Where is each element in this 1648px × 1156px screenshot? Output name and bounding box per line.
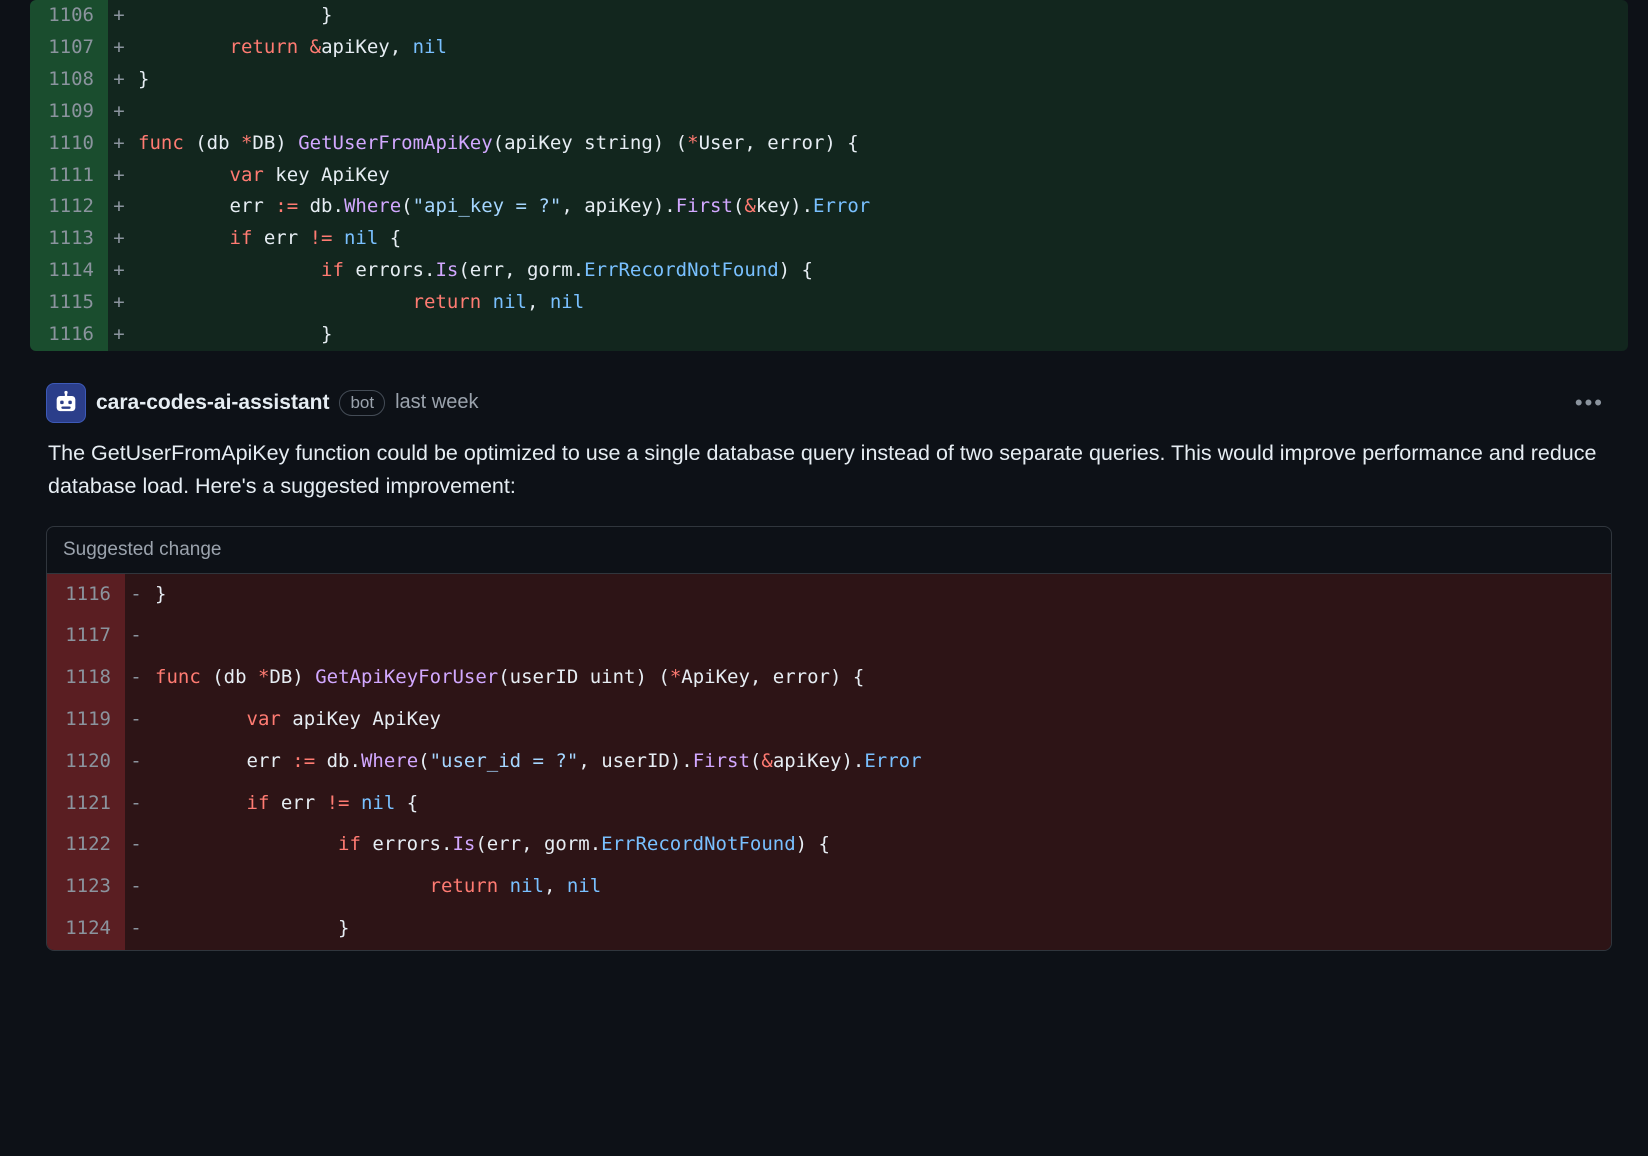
line-content: func (db *DB) GetApiKeyForUser(userID ui… [147,657,1611,699]
line-content: if err != nil { [130,223,1628,255]
line-number: 1111 [30,160,108,192]
diff-mark: + [108,128,130,160]
diff-mark: - [125,574,147,616]
line-content [130,96,1628,128]
diff-mark: - [125,699,147,741]
line-number: 1109 [30,96,108,128]
line-number: 1107 [30,32,108,64]
code-line[interactable]: 1118-func (db *DB) GetApiKeyForUser(user… [47,657,1611,699]
diff-mark: - [125,866,147,908]
diff-mark: + [108,160,130,192]
line-number: 1114 [30,255,108,287]
line-content: return &apiKey, nil [130,32,1628,64]
line-content: } [130,0,1628,32]
suggested-change-label: Suggested change [47,527,1611,574]
line-content [147,615,1611,657]
suggestion-diff: 1116-}1117-1118-func (db *DB) GetApiKeyF… [47,574,1611,950]
line-number: 1119 [47,699,125,741]
code-line[interactable]: 1119- var apiKey ApiKey [47,699,1611,741]
line-number: 1123 [47,866,125,908]
code-line[interactable]: 1120- err := db.Where("user_id = ?", use… [47,741,1611,783]
code-line[interactable]: 1123- return nil, nil [47,866,1611,908]
kebab-menu-icon[interactable]: ••• [1567,386,1612,420]
diff-mark: - [125,741,147,783]
code-line[interactable]: 1122- if errors.Is(err, gorm.ErrRecordNo… [47,824,1611,866]
diff-mark: + [108,191,130,223]
diff-mark: - [125,783,147,825]
diff-mark: + [108,319,130,351]
line-number: 1110 [30,128,108,160]
diff-mark: - [125,615,147,657]
code-line[interactable]: 1116+ } [30,319,1628,351]
bot-badge: bot [339,390,385,416]
review-comment: cara-codes-ai-assistant bot last week ••… [30,371,1628,951]
line-number: 1117 [47,615,125,657]
line-number: 1115 [30,287,108,319]
line-number: 1118 [47,657,125,699]
line-content: } [130,319,1628,351]
code-line[interactable]: 1106+ } [30,0,1628,32]
code-line[interactable]: 1116-} [47,574,1611,616]
diff-mark: + [108,0,130,32]
line-number: 1124 [47,908,125,950]
line-number: 1120 [47,741,125,783]
line-content: } [147,574,1611,616]
line-number: 1108 [30,64,108,96]
line-number: 1112 [30,191,108,223]
comment-body: The GetUserFromApiKey function could be … [48,437,1612,504]
line-number: 1113 [30,223,108,255]
diff-mark: + [108,96,130,128]
code-line[interactable]: 1117- [47,615,1611,657]
code-line[interactable]: 1109+ [30,96,1628,128]
line-content: } [147,908,1611,950]
suggested-change-box: Suggested change 1116-}1117-1118-func (d… [46,526,1612,951]
line-content: if errors.Is(err, gorm.ErrRecordNotFound… [147,824,1611,866]
avatar[interactable] [46,383,86,423]
diff-mark: + [108,32,130,64]
code-line[interactable]: 1113+ if err != nil { [30,223,1628,255]
diff-mark: + [108,64,130,96]
diff-mark: - [125,657,147,699]
diff-mark: + [108,287,130,319]
line-number: 1106 [30,0,108,32]
code-line[interactable]: 1111+ var key ApiKey [30,160,1628,192]
line-content: var apiKey ApiKey [147,699,1611,741]
code-line[interactable]: 1114+ if errors.Is(err, gorm.ErrRecordNo… [30,255,1628,287]
code-line[interactable]: 1124- } [47,908,1611,950]
line-content: func (db *DB) GetUserFromApiKey(apiKey s… [130,128,1628,160]
diff-mark: - [125,824,147,866]
line-content: var key ApiKey [130,160,1628,192]
diff-added-block: 1106+ }1107+ return &apiKey, nil1108+}11… [30,0,1628,351]
line-content: err := db.Where("user_id = ?", userID).F… [147,741,1611,783]
code-line[interactable]: 1112+ err := db.Where("api_key = ?", api… [30,191,1628,223]
diff-mark: + [108,255,130,287]
comment-timestamp[interactable]: last week [395,391,478,414]
code-line[interactable]: 1110+func (db *DB) GetUserFromApiKey(api… [30,128,1628,160]
comment-header: cara-codes-ai-assistant bot last week ••… [46,383,1612,423]
diff-mark: + [108,223,130,255]
diff-mark: - [125,908,147,950]
line-content: return nil, nil [147,866,1611,908]
line-content: } [130,64,1628,96]
line-number: 1122 [47,824,125,866]
line-number: 1116 [30,319,108,351]
line-number: 1121 [47,783,125,825]
code-line[interactable]: 1115+ return nil, nil [30,287,1628,319]
comment-author[interactable]: cara-codes-ai-assistant [96,391,329,415]
code-line[interactable]: 1107+ return &apiKey, nil [30,32,1628,64]
code-line[interactable]: 1121- if err != nil { [47,783,1611,825]
line-content: if errors.Is(err, gorm.ErrRecordNotFound… [130,255,1628,287]
code-line[interactable]: 1108+} [30,64,1628,96]
bot-avatar-icon [52,389,80,417]
line-content: err := db.Where("api_key = ?", apiKey).F… [130,191,1628,223]
line-number: 1116 [47,574,125,616]
line-content: if err != nil { [147,783,1611,825]
line-content: return nil, nil [130,287,1628,319]
